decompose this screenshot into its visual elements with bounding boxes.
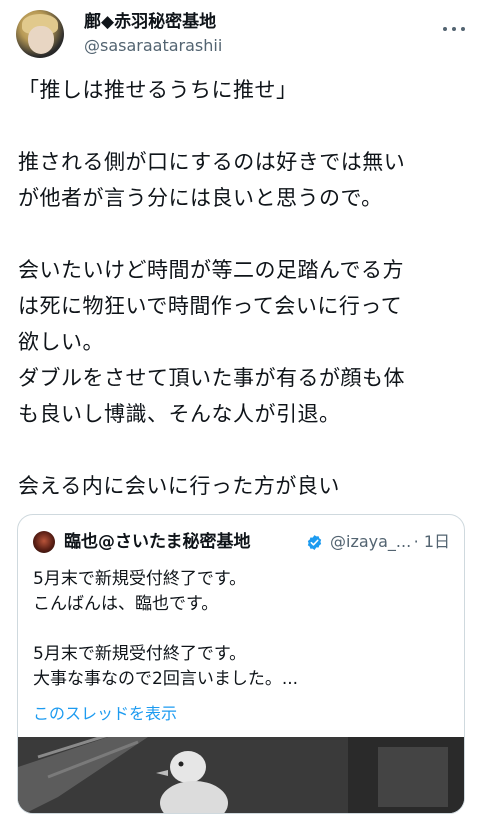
quoted-image-art [18,737,464,813]
tweet-line: 推される側が口にするのは好きでは無い [18,150,406,174]
tweet-line: 「推しは推せるうちに推せ」 [18,78,298,102]
tweet-text: 「推しは推せるうちに推せ」 推される側が口にするのは好きでは無い が他者が言う分… [18,72,473,504]
tweet-header: 鄜◆赤羽秘密基地 @sasaraatarashii [0,0,483,70]
quoted-line-gap [33,617,453,642]
tweet-line: ダブルをさせて頂いた事が有るが顔も体 [18,366,405,390]
author-avatar[interactable] [16,10,64,58]
quoted-tweet-text: 5月末で新規受付終了です。 こんばんは、臨也です。 5月末で新規受付終了です。 … [33,567,453,692]
quoted-author-avatar [33,531,55,553]
tweet-line-gap [18,216,473,252]
tweet-line-gap [18,108,473,144]
quoted-tweet-image[interactable] [18,737,464,813]
more-dot [452,27,456,31]
more-options-icon[interactable] [443,18,465,40]
tweet-line: は死に物狂いで時間作って会いに行って [18,294,403,318]
more-dot [461,27,465,31]
quoted-tweet-card[interactable]: 臨也@さいたま秘密基地 @izaya_... · 1日 5月末で新規受付終了です… [17,514,465,814]
tweet-line: 欲しい。 [18,330,104,354]
more-dot [443,27,447,31]
tweet-line-gap [18,432,473,468]
tweet-line: も良いし博識、そんな人が引退。 [18,402,341,426]
tweet-line: 会いたいけど時間が等二の足踏んでる方 [18,258,404,282]
avatar-face [28,26,54,54]
verified-badge-icon [307,535,322,550]
tweet-line: が他者が言う分には良いと思うので。 [18,186,383,210]
quoted-tweet-time: · 1日 [413,532,450,551]
tweet-line: 会える内に会いに行った方が良い [18,474,340,498]
quoted-author-handle: @izaya_... [330,532,412,551]
quoted-author-name: 臨也@さいたま秘密基地 [64,532,251,552]
show-thread-link[interactable]: このスレッドを表示 [33,703,177,725]
quoted-line: 5月末で新規受付終了です。 [33,569,247,589]
quoted-line: 5月末で新規受付終了です。 [33,644,247,664]
author-display-name[interactable]: 鄜◆赤羽秘密基地 [84,11,216,33]
quoted-line: 大事な事なので2回言いました。... [33,669,299,689]
quoted-line: こんばんは、臨也です。 [33,594,219,614]
author-handle[interactable]: @sasaraatarashii [84,36,222,56]
